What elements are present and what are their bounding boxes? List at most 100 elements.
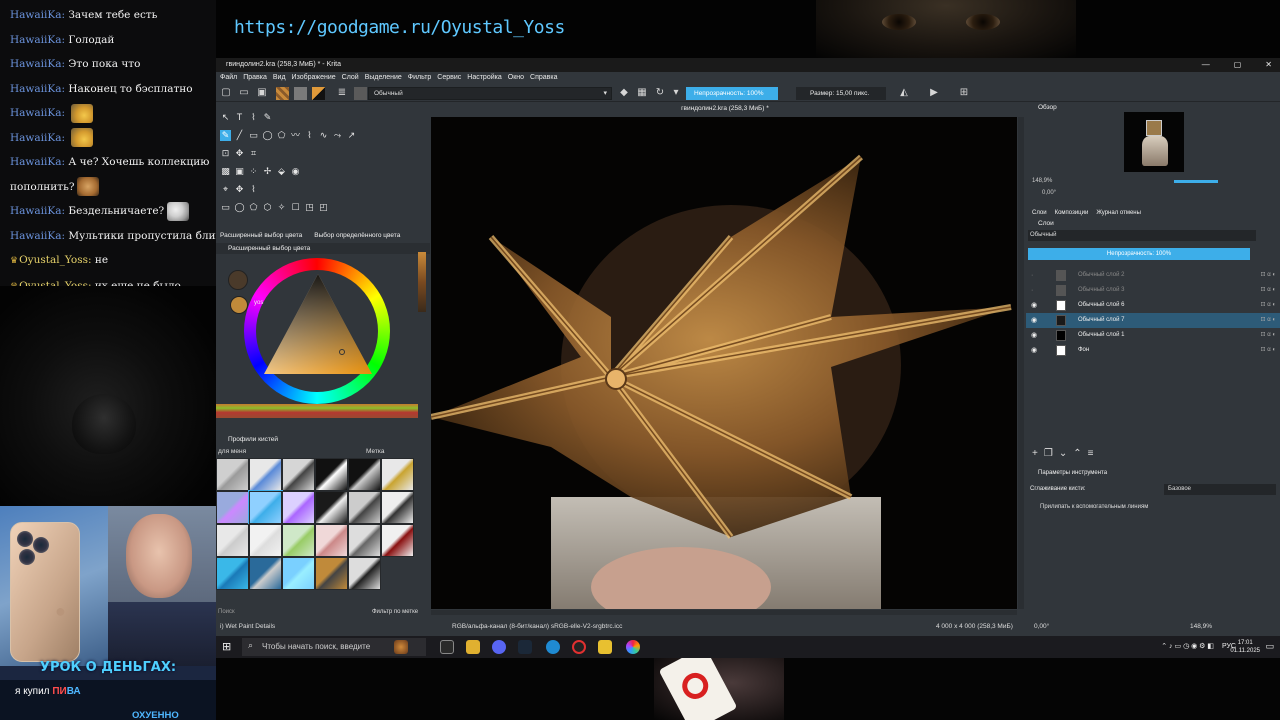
status-brush[interactable]: i) Wet Paint Details xyxy=(220,620,275,634)
chat-username[interactable]: HawaiiKa: xyxy=(10,205,65,217)
brush-preset-thumb[interactable] xyxy=(354,87,367,100)
color-history-swatch[interactable] xyxy=(228,270,248,290)
dropdown-arrow-icon[interactable]: ▾ xyxy=(670,87,682,99)
layer-docker-tab[interactable]: Слои xyxy=(1032,208,1047,218)
line-icon[interactable]: ╱ xyxy=(234,130,245,141)
blend-mode-select[interactable]: Обычный xyxy=(1028,230,1256,241)
freehand-brush-icon[interactable]: ✎ xyxy=(220,130,231,141)
bezier-select-icon[interactable]: ◳ xyxy=(304,202,315,213)
layer-properties-icon[interactable]: ≡ xyxy=(1088,448,1100,459)
layer-row[interactable]: ◉ Обычный слой 1 ⊡ α ◐ xyxy=(1026,328,1280,343)
canvas-horizontal-scrollbar[interactable] xyxy=(431,610,1017,615)
layer-row[interactable]: · Обычный слой 3 ⊡ α ◐ xyxy=(1026,283,1280,298)
discord-icon[interactable] xyxy=(492,640,506,654)
obs-icon[interactable] xyxy=(572,640,586,654)
eye-icon[interactable]: ◉ xyxy=(1031,343,1037,358)
menu-item[interactable]: Сервис xyxy=(437,72,461,84)
brush-preset-tile[interactable] xyxy=(282,524,315,557)
menu-item[interactable]: Файл xyxy=(220,72,237,84)
brush-preset-tile[interactable] xyxy=(381,524,414,557)
eye-icon[interactable]: ◉ xyxy=(1031,328,1037,343)
layer-row[interactable]: ◉ Обычный слой 7 ⊡ α ◐ xyxy=(1026,313,1280,328)
brush-preset-tile[interactable] xyxy=(282,557,315,590)
close-button[interactable]: ✕ xyxy=(1265,58,1272,72)
measure-icon[interactable]: ✥ xyxy=(234,184,245,195)
layer-lock-icon[interactable]: ⊡ α ◐ xyxy=(1261,343,1276,358)
polygon-select-icon[interactable]: ⬠ xyxy=(248,202,259,213)
mirror-horizontal-icon[interactable]: ◭ xyxy=(898,87,910,99)
smoothing-select[interactable]: Базовое xyxy=(1164,484,1276,495)
menu-item[interactable]: Справка xyxy=(530,72,557,84)
drawing-canvas[interactable] xyxy=(431,117,1017,609)
krita-icon[interactable] xyxy=(626,640,640,654)
brush-preset-tile[interactable] xyxy=(381,458,414,491)
status-zoom[interactable]: 148,9% xyxy=(1190,620,1212,634)
status-rotation[interactable]: 0,00° xyxy=(1034,620,1049,634)
reference-icon[interactable]: ⌇ xyxy=(248,184,259,195)
chat-username[interactable]: HawaiiKa: xyxy=(10,107,65,119)
notification-icon[interactable]: ▭ xyxy=(1265,641,1274,652)
brush-preset-tile[interactable] xyxy=(282,491,315,524)
file-explorer-icon[interactable] xyxy=(466,640,480,654)
color-shade-strip[interactable] xyxy=(216,404,418,418)
magic-wand-icon[interactable]: ✧ xyxy=(276,202,287,213)
ellipse-select-icon[interactable]: ◯ xyxy=(234,202,245,213)
bezier-icon[interactable]: ⌇ xyxy=(304,130,315,141)
multibrush-icon[interactable]: ↗ xyxy=(346,130,357,141)
similar-select-icon[interactable]: ☐ xyxy=(290,202,301,213)
brush-preset-tile[interactable] xyxy=(348,458,381,491)
move-up-icon[interactable]: ⌃ xyxy=(1073,448,1087,459)
chat-username[interactable]: HawaiiKa: xyxy=(10,9,65,21)
brush-preset-tile[interactable] xyxy=(348,524,381,557)
brush-tag-label[interactable]: Метка xyxy=(366,446,384,458)
canvas-tab[interactable]: гвиндолин2.kra (258,3 МиБ) * xyxy=(430,102,1020,116)
layer-lock-icon[interactable]: ⊡ α ◐ xyxy=(1261,283,1276,298)
dynamic-brush-icon[interactable]: ⤳ xyxy=(332,130,343,141)
reload-preset-icon[interactable]: ↻ xyxy=(654,87,666,99)
brush-preset-tile[interactable] xyxy=(216,524,249,557)
new-document-icon[interactable]: ▢ xyxy=(220,87,232,99)
magnetic-select-icon[interactable]: ◰ xyxy=(318,202,329,213)
brush-tag-select[interactable]: для меня xyxy=(218,448,246,455)
brush-preset-tile[interactable] xyxy=(249,524,282,557)
fg-bg-color-icon[interactable] xyxy=(312,87,325,100)
layer-row[interactable]: ◉ Обычный слой 6 ⊡ α ◐ xyxy=(1026,298,1280,313)
chat-username[interactable]: HawaiiKa: xyxy=(10,83,65,95)
enclose-fill-icon[interactable]: ◉ xyxy=(290,166,301,177)
brush-preset-tile[interactable] xyxy=(315,524,348,557)
maximize-button[interactable]: ▢ xyxy=(1234,58,1242,72)
menu-item[interactable]: Правка xyxy=(243,72,267,84)
wrap-around-icon[interactable]: ⊞ xyxy=(958,87,970,99)
select-shapes-icon[interactable]: ↖ xyxy=(220,112,231,123)
freehand-path-icon[interactable]: ∿ xyxy=(318,130,329,141)
opacity-slider[interactable]: Непрозрачность: 100% xyxy=(686,87,778,100)
size-slider[interactable]: Размер: 15,00 пикс. xyxy=(796,87,886,100)
fill-icon[interactable]: ▣ xyxy=(234,166,245,177)
brush-preset-tile[interactable] xyxy=(249,557,282,590)
tab-advanced-color[interactable]: Расширенный выбор цвета xyxy=(220,230,302,242)
eraser-icon[interactable]: ◆ xyxy=(618,87,630,99)
menu-item[interactable]: Фильтр xyxy=(408,72,432,84)
brush-preset-tile[interactable] xyxy=(381,491,414,524)
snap-assistant-checkbox[interactable]: Прилипать к вспомогательным линиям xyxy=(1026,502,1280,513)
brush-preset-tile[interactable] xyxy=(348,557,381,590)
chat-username[interactable]: HawaiiKa: xyxy=(10,58,65,70)
menu-item[interactable]: Слой xyxy=(342,72,359,84)
edit-shapes-icon[interactable]: ⌇ xyxy=(248,112,259,123)
pattern-swatch[interactable] xyxy=(276,87,289,100)
color-history-strip[interactable] xyxy=(418,252,426,312)
add-layer-icon[interactable]: + xyxy=(1032,448,1044,459)
mirror-vertical-icon[interactable]: ▶ xyxy=(928,87,940,99)
brush-settings-icon[interactable]: ≣ xyxy=(336,87,348,99)
move-down-icon[interactable]: ⌄ xyxy=(1059,448,1073,459)
brush-preset-tile[interactable] xyxy=(315,458,348,491)
layer-lock-icon[interactable]: ⊡ α ◐ xyxy=(1261,328,1276,343)
polyline-icon[interactable]: 〰 xyxy=(290,130,301,141)
overview-zoom[interactable]: 148,9% xyxy=(1026,176,1280,186)
smart-patch-icon[interactable]: ✢ xyxy=(262,166,273,177)
brush-preset-select[interactable]: Обычный xyxy=(368,87,612,100)
steam-icon[interactable] xyxy=(518,640,532,654)
ellipse-icon[interactable]: ◯ xyxy=(262,130,273,141)
brush-search-input[interactable]: Поиск xyxy=(218,609,235,615)
crop-icon[interactable]: ⌗ xyxy=(248,148,259,159)
